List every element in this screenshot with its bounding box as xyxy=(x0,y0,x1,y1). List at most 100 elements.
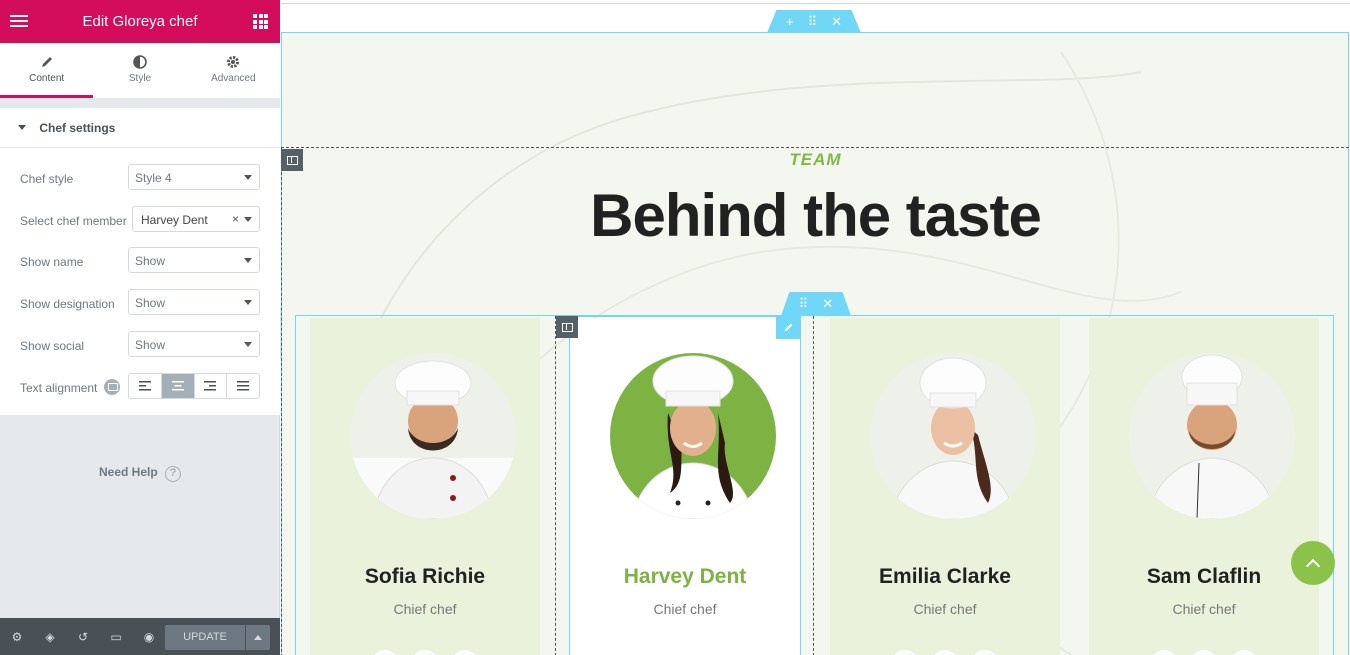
chef-name: Emilia Clarke xyxy=(879,565,1011,588)
align-right-button[interactable] xyxy=(195,374,228,398)
show-name-select[interactable]: Show xyxy=(128,247,260,273)
social-icon[interactable] xyxy=(1191,650,1217,655)
tab-advanced[interactable]: Advanced xyxy=(187,43,280,98)
align-center-button[interactable] xyxy=(161,374,195,398)
chef-designation: Chief chef xyxy=(913,601,977,617)
chevron-down-icon xyxy=(244,342,252,347)
field-label: Show social xyxy=(20,339,85,353)
panel-footer: ⚙ ◈ ↺ ▭ ◉ UPDATE xyxy=(0,618,280,655)
drag-handle-icon[interactable]: ⠿ xyxy=(808,14,818,30)
chevron-down-icon xyxy=(244,217,252,222)
tabs-gap xyxy=(0,98,280,108)
question-icon: ? xyxy=(165,466,182,482)
canvas-top-border xyxy=(281,3,1350,4)
update-options-chevron-icon[interactable] xyxy=(246,625,270,650)
field-show-social: Show social Show xyxy=(0,331,280,361)
chef-member-select[interactable]: Harvey Dent × xyxy=(132,206,260,232)
chef-name: Sofia Richie xyxy=(364,565,486,588)
social-icon[interactable] xyxy=(1231,650,1257,655)
field-label: Chef style xyxy=(20,172,74,186)
chef-photo xyxy=(870,353,1036,519)
social-icon[interactable] xyxy=(892,650,918,655)
tab-label: Advanced xyxy=(211,73,256,84)
select-value: Harvey Dent xyxy=(141,213,208,227)
responsive-mode-icon[interactable]: ▭ xyxy=(109,630,123,644)
chevron-down-icon xyxy=(244,258,252,263)
align-left-button[interactable] xyxy=(129,374,162,398)
select-value: Show xyxy=(135,254,166,268)
show-designation-select[interactable]: Show xyxy=(128,289,260,315)
column-dashed-border xyxy=(555,316,556,655)
panel-header: Edit Gloreya chef xyxy=(0,0,280,43)
social-links xyxy=(830,650,1060,655)
update-button[interactable]: UPDATE xyxy=(165,625,245,650)
chevron-down-icon xyxy=(244,175,252,180)
tab-label: Style xyxy=(128,73,152,84)
responsive-monitor-icon[interactable] xyxy=(104,379,120,395)
social-icon[interactable] xyxy=(372,650,398,655)
need-help-link[interactable]: Need Help ? xyxy=(0,465,280,482)
widgets-grid-icon[interactable] xyxy=(253,14,268,29)
chef-photo xyxy=(1129,353,1295,519)
field-label: Show name xyxy=(20,255,84,269)
section-handle: + ⠿ ✕ xyxy=(767,10,861,33)
gear-icon xyxy=(187,55,280,73)
pencil-icon xyxy=(0,55,93,73)
caret-down-icon xyxy=(18,125,26,130)
chef-card[interactable]: Sam Claflin Chief chef xyxy=(1089,318,1319,655)
section-toggle[interactable]: Chef settings xyxy=(0,108,280,148)
widget-edit-pencil-icon[interactable] xyxy=(776,316,801,339)
section-heading: Behind the taste xyxy=(590,182,1042,249)
chef-style-select[interactable]: Style 4 xyxy=(128,164,260,190)
drag-handle-icon[interactable]: ⠿ xyxy=(799,296,809,312)
clear-icon[interactable]: × xyxy=(232,212,239,226)
column-dashed-border xyxy=(281,147,1349,148)
tab-style[interactable]: Style xyxy=(93,43,186,98)
social-links xyxy=(310,650,540,655)
section-kicker: TEAM xyxy=(789,150,842,169)
show-social-select[interactable]: Show xyxy=(128,331,260,357)
delete-section-icon[interactable]: ✕ xyxy=(831,14,842,30)
column-dashed-border xyxy=(813,316,814,655)
field-label: Select chef member xyxy=(20,214,127,228)
field-show-name: Show name Show xyxy=(0,247,280,277)
add-section-icon[interactable]: + xyxy=(786,14,794,29)
field-chef-member: Select chef member Harvey Dent × xyxy=(0,206,280,236)
field-chef-style: Chef style Style 4 xyxy=(0,164,280,194)
column-edit-handle-icon[interactable] xyxy=(556,316,578,338)
chef-settings-section: Chef settings Chef style Style 4 Select … xyxy=(0,108,280,415)
inner-section-handle: ⠿ ✕ xyxy=(781,292,851,316)
social-icon[interactable] xyxy=(972,650,998,655)
widget-selected-outline xyxy=(569,316,801,655)
history-icon[interactable]: ↺ xyxy=(76,630,90,644)
field-show-designation: Show designation Show xyxy=(0,289,280,319)
scroll-to-top-button[interactable] xyxy=(1291,541,1335,585)
panel-title: Edit Gloreya chef xyxy=(82,13,198,30)
align-justify-button[interactable] xyxy=(227,374,259,398)
select-value: Style 4 xyxy=(135,171,172,185)
settings-gear-icon[interactable]: ⚙ xyxy=(10,630,24,644)
align-center-icon xyxy=(171,381,184,391)
chef-card[interactable]: Sofia Richie Chief chef xyxy=(310,318,540,655)
social-icon[interactable] xyxy=(932,650,958,655)
social-icon[interactable] xyxy=(452,650,478,655)
align-right-icon xyxy=(204,381,217,391)
tab-content[interactable]: Content xyxy=(0,43,94,98)
elementor-editor: Edit Gloreya chef Content Style Advanced… xyxy=(0,0,1350,655)
section-title: Chef settings xyxy=(39,121,116,135)
preview-eye-icon[interactable]: ◉ xyxy=(142,630,156,644)
social-icon[interactable] xyxy=(1151,650,1177,655)
chef-designation: Chief chef xyxy=(393,601,457,617)
panel-tabs: Content Style Advanced xyxy=(0,43,280,98)
alignment-choices xyxy=(128,373,260,399)
editor-panel: Edit Gloreya chef Content Style Advanced… xyxy=(0,0,280,655)
social-icon[interactable] xyxy=(412,650,438,655)
delete-section-icon[interactable]: ✕ xyxy=(822,296,833,312)
field-text-alignment: Text alignment xyxy=(0,373,280,403)
align-justify-icon xyxy=(237,381,250,391)
navigator-layers-icon[interactable]: ◈ xyxy=(43,630,57,644)
chef-designation: Chief chef xyxy=(1172,601,1236,617)
chef-card[interactable]: Emilia Clarke Chief chef xyxy=(830,318,1060,655)
need-help-label: Need Help xyxy=(98,465,158,479)
tab-label: Content xyxy=(29,73,65,84)
